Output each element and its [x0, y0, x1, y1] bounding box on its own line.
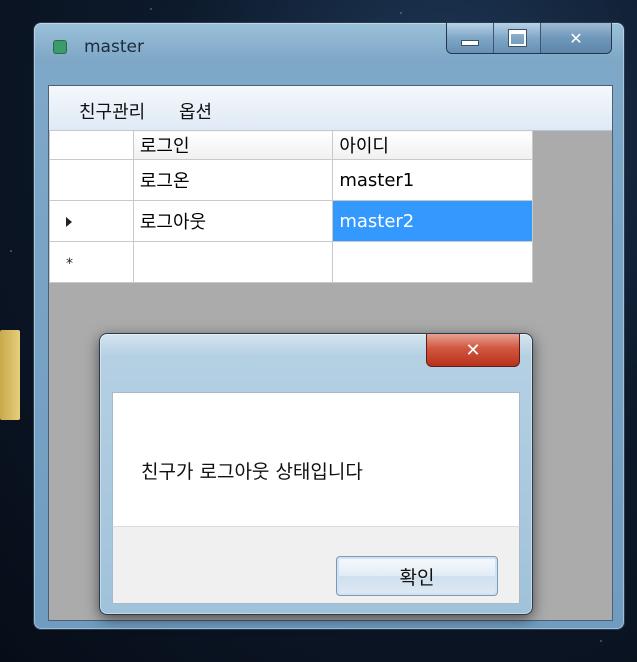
- column-header-id[interactable]: 아이디: [332, 130, 533, 160]
- maximize-icon: [508, 30, 526, 46]
- cell-login[interactable]: [132, 241, 334, 283]
- menu-friend-management[interactable]: 친구관리: [79, 98, 145, 124]
- desktop-star: [10, 250, 12, 252]
- dialog-close-button[interactable]: ✕: [426, 334, 520, 367]
- ok-button[interactable]: 확인: [336, 556, 498, 596]
- cell-login[interactable]: 로그아웃: [132, 200, 334, 242]
- current-row-arrow-icon: [66, 216, 72, 227]
- dialog-message: 친구가 로그아웃 상태입니다: [141, 461, 363, 483]
- row-header[interactable]: *: [49, 241, 134, 283]
- desktop-folder-icon[interactable]: [0, 330, 20, 420]
- desktop-star: [150, 8, 152, 10]
- cell-login[interactable]: 로그온: [132, 159, 334, 201]
- message-dialog: ✕ 친구가 로그아웃 상태입니다 확인: [99, 333, 533, 615]
- grid-header-row: 로그인 아이디: [49, 130, 533, 160]
- menu-options[interactable]: 옵션: [179, 98, 212, 124]
- new-row-indicator: *: [66, 255, 73, 272]
- cell-id[interactable]: [332, 241, 533, 283]
- maximize-button[interactable]: [493, 23, 540, 53]
- minimize-icon: [462, 41, 478, 45]
- table-row[interactable]: 로그아웃 master2: [49, 200, 533, 242]
- window-title: master: [84, 37, 144, 57]
- row-header[interactable]: [49, 200, 134, 242]
- close-icon: ✕: [569, 28, 583, 48]
- table-row[interactable]: 로그온 master1: [49, 159, 533, 201]
- menu-bar: 친구관리 옵션: [49, 86, 612, 131]
- caption-buttons: ✕: [446, 23, 612, 54]
- cell-id[interactable]: master1: [332, 159, 533, 201]
- dialog-footer: 확인: [112, 526, 520, 604]
- column-header-login[interactable]: 로그인: [132, 130, 334, 160]
- app-icon: [54, 41, 66, 53]
- close-button[interactable]: ✕: [540, 23, 611, 53]
- minimize-button[interactable]: [447, 23, 493, 53]
- row-header[interactable]: [49, 159, 134, 201]
- dialog-body: 친구가 로그아웃 상태입니다: [112, 392, 520, 527]
- title-bar[interactable]: master ✕: [34, 23, 624, 63]
- grid-corner-header[interactable]: [49, 130, 134, 160]
- friends-grid[interactable]: 로그인 아이디 로그온 master1 로그아웃 master2 *: [49, 130, 533, 283]
- table-row-new[interactable]: *: [49, 241, 533, 283]
- close-icon: ✕: [465, 339, 481, 361]
- cell-id-selected[interactable]: master2: [332, 200, 533, 242]
- desktop-star: [600, 640, 602, 642]
- desktop-star: [400, 12, 402, 14]
